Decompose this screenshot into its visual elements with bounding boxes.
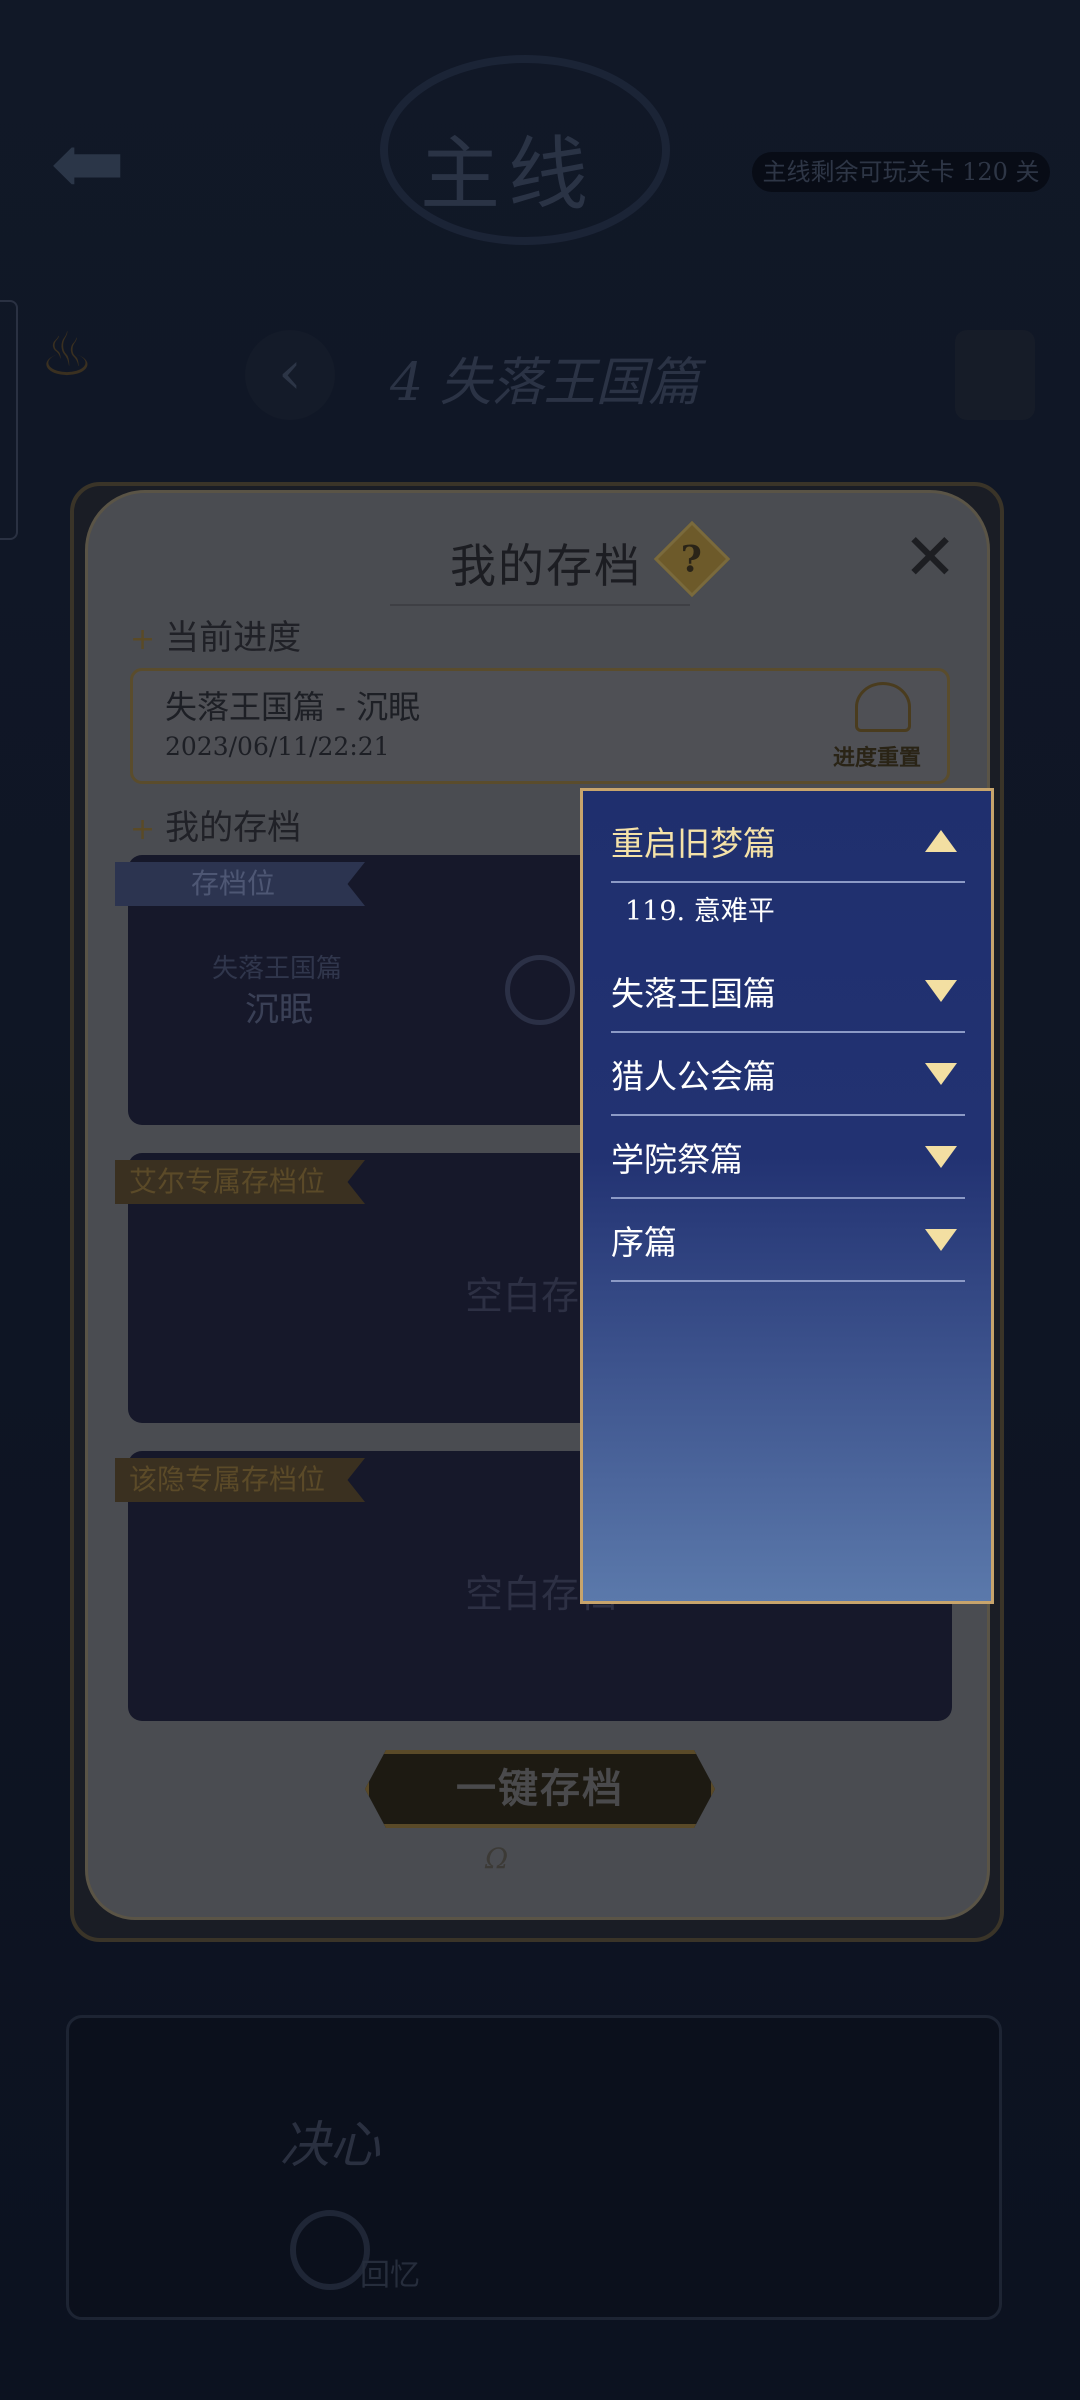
save-slot-1-chapter: 失落王国篇 [212,954,343,984]
chapter-prev-icon: ‹ [245,330,335,420]
dropdown-sub-item[interactable]: 119. 意难平 [625,889,775,928]
save-slot-3-tag: 该隐专属存档位 [115,1458,365,1502]
chapter-dropdown: 重启旧梦篇 119. 意难平 失落王国篇 猎人公会篇 学院祭篇 序篇 [580,788,994,1604]
memory-icon [290,2210,370,2290]
current-progress-time: 2023/06/11/22:21 [165,732,390,761]
expand-arrow-icon [925,1146,957,1168]
dropdown-group-label: 学院祭篇 [611,1140,743,1179]
expand-arrow-icon [925,980,957,1002]
save-slot-1-stage: 沉眠 [245,990,313,1030]
collapse-arrow-icon [925,830,957,852]
title-divider [390,604,690,606]
header-title: 主线 [420,128,596,221]
load-save-icon[interactable] [505,955,575,1025]
expand-arrow-icon [925,1063,957,1085]
remaining-levels-badge: 主线剩余可玩关卡 120 关 [752,152,1050,192]
dropdown-group-label: 失落王国篇 [611,974,776,1013]
resolve-label: 决心 [280,2116,380,2174]
chapter-title: 4 失落王国篇 [390,353,700,413]
side-event-icon: ♨ [40,320,94,390]
my-saves-heading: + 我的存档 [130,808,302,848]
current-progress-name: 失落王国篇 - 沉眠 [165,688,421,726]
save-slot-2-tag: 艾尔专属存档位 [115,1160,365,1204]
dropdown-group-label: 序篇 [611,1223,677,1262]
expand-arrow-icon [925,1229,957,1251]
save-slot-1-tag: 存档位 [115,862,365,906]
reset-progress-icon[interactable] [855,682,911,732]
reset-progress-button[interactable]: 进度重置 [833,740,921,772]
dropdown-group-label: 猎人公会篇 [611,1057,776,1096]
dropdown-group-4[interactable]: 序篇 [611,1200,965,1282]
one-click-save-button[interactable]: 一键存档 [365,1750,715,1828]
logo-icon: Ω [485,1842,509,1875]
close-icon[interactable]: ✕ [900,526,960,590]
dialog-title: 我的存档 [450,539,642,593]
bottom-panel [66,2015,1002,2320]
dropdown-group-expanded[interactable]: 重启旧梦篇 [611,801,965,883]
memory-label: 回忆 [360,2258,420,2293]
dropdown-group-3[interactable]: 学院祭篇 [611,1117,965,1199]
dropdown-group-1[interactable]: 失落王国篇 [611,951,965,1033]
back-arrow-icon: ⬅ [50,112,126,217]
chapter-menu-icon [955,330,1035,420]
current-progress-heading: + 当前进度 [130,618,302,658]
dropdown-group-label: 重启旧梦篇 [611,824,776,863]
dropdown-group-2[interactable]: 猎人公会篇 [611,1034,965,1116]
side-drawer-tab [0,300,18,540]
